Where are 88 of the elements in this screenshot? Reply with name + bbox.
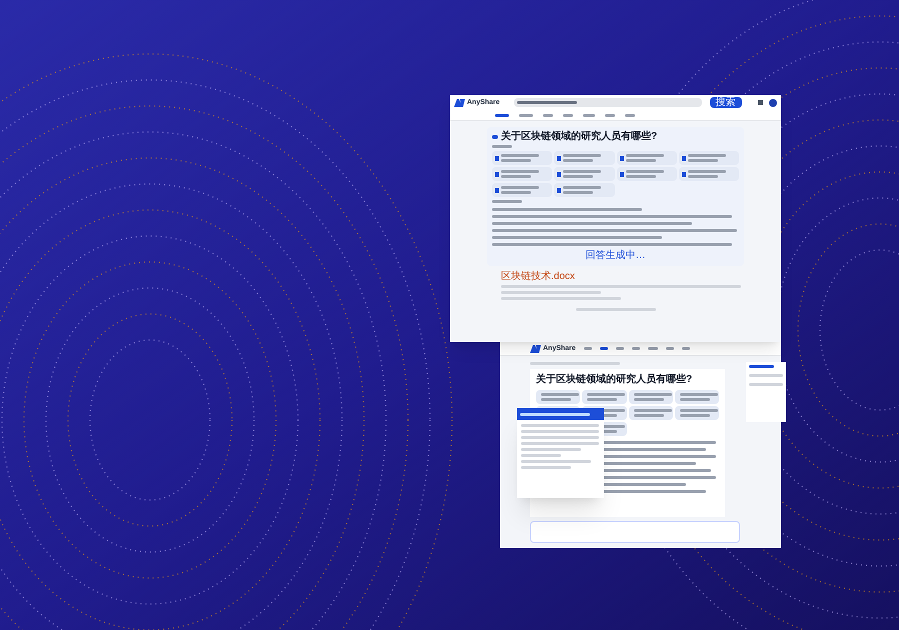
blurred-text-line <box>587 398 618 401</box>
blurred-text-line <box>749 365 774 368</box>
blurred-text-line <box>541 393 579 396</box>
blurred-text-line <box>688 175 718 178</box>
blurred-text-line <box>563 159 594 162</box>
blurred-text-line <box>563 186 602 189</box>
blurred-text-line <box>626 170 664 173</box>
blurred-text-line <box>563 170 602 173</box>
blurred-text-line <box>600 347 608 350</box>
blurred-text-line <box>587 393 626 396</box>
source-card[interactable] <box>536 390 580 404</box>
search-button[interactable]: 搜索 <box>710 97 742 108</box>
blurred-text-line <box>563 154 602 157</box>
blurred-text-line <box>605 114 615 116</box>
ai-icon <box>492 135 498 139</box>
blurred-text-line <box>625 114 635 116</box>
document-icon <box>682 156 686 160</box>
blurred-text-line <box>680 409 718 412</box>
document-icon <box>557 172 562 176</box>
document-icon <box>495 156 499 160</box>
chat-input-field[interactable] <box>530 521 740 543</box>
blurred-text-line <box>680 398 710 401</box>
source-card[interactable] <box>492 167 552 181</box>
logo-icon <box>530 344 541 352</box>
document-icon <box>495 188 499 192</box>
blurred-text-line <box>648 347 658 350</box>
blurred-text-line <box>501 154 539 157</box>
blurred-text-line <box>634 414 664 417</box>
logo-icon <box>454 98 465 106</box>
blurred-text-line <box>563 114 573 116</box>
blurred-text-line <box>632 347 640 350</box>
blurred-text-line <box>495 114 509 116</box>
document-icon <box>620 156 624 160</box>
blurred-text-line <box>634 393 672 396</box>
blurred-text-line <box>616 347 624 350</box>
blurred-text-line <box>563 191 594 194</box>
avatar[interactable] <box>769 98 777 106</box>
blurred-text-line <box>688 159 718 162</box>
document-icon <box>557 156 562 160</box>
search-field[interactable] <box>514 98 702 107</box>
source-card[interactable] <box>678 151 739 165</box>
source-card[interactable] <box>616 151 677 165</box>
blurred-text-line <box>666 347 674 350</box>
blurred-text-line <box>680 393 718 396</box>
question-title: 关于区块链领域的研究人员有哪些? <box>536 375 694 385</box>
blurred-text-line <box>688 154 726 157</box>
blurred-text-line <box>492 200 522 203</box>
source-card[interactable] <box>492 183 552 197</box>
source-card[interactable] <box>678 167 739 181</box>
blurred-text-line <box>516 101 577 104</box>
generating-status: 回答生成中… <box>586 251 646 261</box>
blurred-text-line <box>543 114 553 116</box>
blurred-text-line <box>501 159 531 162</box>
document-icon <box>495 172 499 176</box>
blurred-text-line <box>584 347 592 350</box>
blurred-text-line <box>541 398 571 401</box>
source-card[interactable] <box>674 390 719 404</box>
blurred-text-line <box>634 398 664 401</box>
source-card[interactable] <box>628 406 673 420</box>
source-card[interactable] <box>554 183 614 197</box>
document-icon <box>557 188 562 192</box>
blurred-text-line <box>749 383 783 386</box>
question-title: 关于区块链领域的研究人员有哪些? <box>501 132 658 142</box>
blurred-text-line <box>626 159 656 162</box>
blurred-text-line <box>501 186 539 189</box>
blurred-text-line <box>626 154 664 157</box>
source-card[interactable] <box>616 167 677 181</box>
blurred-text-line <box>682 347 690 350</box>
document-icon <box>620 172 624 176</box>
blurred-text-line <box>680 414 710 417</box>
blurred-text-line <box>634 409 672 412</box>
source-card[interactable] <box>492 151 552 165</box>
source-card[interactable] <box>554 151 614 165</box>
source-card[interactable] <box>628 390 673 404</box>
result-title: 区块链技术.docx <box>501 272 576 282</box>
blurred-text-line <box>501 175 531 178</box>
source-card[interactable] <box>554 167 614 181</box>
blurred-text-line <box>749 374 783 377</box>
blurred-text-line <box>626 175 656 178</box>
source-card[interactable] <box>674 406 719 420</box>
document-icon <box>682 172 686 176</box>
blurred-text-line <box>492 145 512 148</box>
blurred-text-line <box>501 191 531 194</box>
blurred-text-line <box>583 114 595 116</box>
blurred-text-line <box>501 170 539 173</box>
blurred-text-line <box>563 175 594 178</box>
blurred-text-line <box>688 170 726 173</box>
blurred-text-line <box>519 114 533 116</box>
